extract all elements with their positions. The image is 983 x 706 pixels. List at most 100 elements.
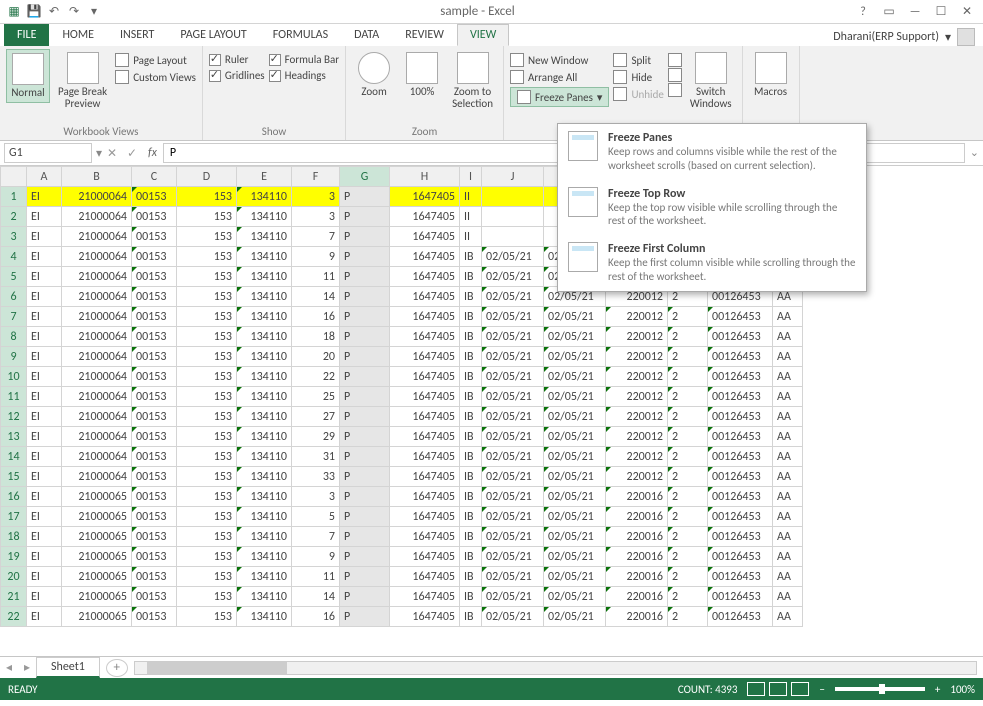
row-header[interactable]: 19 [1, 547, 27, 567]
row-header[interactable]: 11 [1, 387, 27, 407]
cell[interactable]: 00153 [132, 327, 177, 347]
cell[interactable]: P [340, 287, 390, 307]
cell[interactable]: 2 [668, 447, 708, 467]
maximize-icon[interactable]: ☐ [929, 2, 953, 22]
cell[interactable]: P [340, 507, 390, 527]
cell[interactable]: 02/05/21 [482, 547, 544, 567]
cell[interactable]: IB [460, 287, 482, 307]
cell[interactable]: 153 [177, 307, 237, 327]
tab-view[interactable]: VIEW [457, 24, 509, 46]
cell[interactable]: 00126453 [708, 567, 773, 587]
cell[interactable]: 02/05/21 [544, 487, 606, 507]
cell[interactable]: 00126453 [708, 427, 773, 447]
cancel-formula-icon[interactable]: ✕ [102, 143, 122, 163]
cell[interactable]: 153 [177, 607, 237, 627]
zoom-100-button[interactable]: 100% [400, 49, 444, 101]
macros-button[interactable]: Macros [749, 49, 793, 101]
tab-file[interactable]: FILE [4, 24, 49, 46]
cell[interactable]: 220012 [606, 467, 668, 487]
tab-home[interactable]: HOME [49, 24, 107, 46]
page-layout-button[interactable]: Page Layout [115, 53, 196, 67]
cell[interactable]: AA [773, 387, 803, 407]
zoom-to-selection-button[interactable]: Zoom to Selection [448, 49, 497, 113]
cell[interactable]: P [340, 447, 390, 467]
cell[interactable]: AA [773, 527, 803, 547]
row-header[interactable]: 10 [1, 367, 27, 387]
cell[interactable]: EI [27, 587, 62, 607]
cell[interactable]: EI [27, 307, 62, 327]
cell[interactable]: 134110 [237, 607, 292, 627]
cell[interactable]: 02/05/21 [544, 407, 606, 427]
cell[interactable]: 3 [292, 487, 340, 507]
cell[interactable]: IB [460, 427, 482, 447]
cell[interactable]: 29 [292, 427, 340, 447]
undo-icon[interactable]: ↶ [46, 4, 62, 20]
cell[interactable]: EI [27, 567, 62, 587]
cell[interactable]: 1647405 [390, 467, 460, 487]
cell[interactable]: 220012 [606, 367, 668, 387]
cell[interactable]: 220012 [606, 307, 668, 327]
cell[interactable]: II [460, 227, 482, 247]
cell[interactable]: 9 [292, 247, 340, 267]
cell[interactable]: EI [27, 327, 62, 347]
select-all-corner[interactable] [1, 167, 27, 187]
cell[interactable]: IB [460, 467, 482, 487]
cell[interactable]: 02/05/21 [544, 347, 606, 367]
cell[interactable]: 134110 [237, 227, 292, 247]
cell[interactable]: 153 [177, 467, 237, 487]
cell[interactable]: 220012 [606, 447, 668, 467]
cell[interactable]: 2 [668, 467, 708, 487]
cell[interactable]: 220012 [606, 427, 668, 447]
col-header-B[interactable]: B [62, 167, 132, 187]
cell[interactable]: 00126453 [708, 347, 773, 367]
cell[interactable]: 21000064 [62, 467, 132, 487]
cell[interactable]: 153 [177, 527, 237, 547]
row-header[interactable]: 15 [1, 467, 27, 487]
cell[interactable]: 02/05/21 [544, 467, 606, 487]
cell[interactable]: 00126453 [708, 467, 773, 487]
sync-scroll-icon[interactable] [668, 68, 682, 82]
cell[interactable]: 21000064 [62, 347, 132, 367]
cell[interactable]: 153 [177, 247, 237, 267]
cell[interactable]: EI [27, 367, 62, 387]
cell[interactable]: 21000065 [62, 507, 132, 527]
cell[interactable]: 220016 [606, 607, 668, 627]
cell[interactable]: 153 [177, 187, 237, 207]
qat-customize-icon[interactable]: ▾ [86, 4, 102, 20]
cell[interactable]: 00153 [132, 387, 177, 407]
cell[interactable]: 00126453 [708, 387, 773, 407]
cell[interactable]: EI [27, 427, 62, 447]
col-header-H[interactable]: H [390, 167, 460, 187]
ruler-checkbox[interactable]: Ruler [209, 53, 265, 66]
cell[interactable]: 21000064 [62, 327, 132, 347]
cell[interactable]: EI [27, 607, 62, 627]
cell[interactable]: 14 [292, 587, 340, 607]
cell[interactable]: EI [27, 387, 62, 407]
cell[interactable]: 16 [292, 307, 340, 327]
cell[interactable]: P [340, 327, 390, 347]
zoom-in-icon[interactable]: + [935, 683, 940, 696]
row-header[interactable]: 22 [1, 607, 27, 627]
cell[interactable]: 02/05/21 [482, 367, 544, 387]
cell[interactable]: 134110 [237, 247, 292, 267]
row-header[interactable]: 21 [1, 587, 27, 607]
cell[interactable]: 5 [292, 507, 340, 527]
cell[interactable]: 00153 [132, 347, 177, 367]
cell[interactable]: 02/05/21 [482, 487, 544, 507]
cell[interactable]: 153 [177, 567, 237, 587]
cell[interactable]: AA [773, 507, 803, 527]
cell[interactable]: II [460, 187, 482, 207]
cell[interactable]: 153 [177, 287, 237, 307]
row-header[interactable]: 13 [1, 427, 27, 447]
cell[interactable]: EI [27, 267, 62, 287]
cell[interactable]: 9 [292, 547, 340, 567]
tab-review[interactable]: REVIEW [392, 24, 457, 46]
cell[interactable]: 153 [177, 587, 237, 607]
cell[interactable]: P [340, 487, 390, 507]
cell[interactable]: 134110 [237, 367, 292, 387]
zoom-slider[interactable] [835, 687, 925, 691]
cell[interactable]: 134110 [237, 547, 292, 567]
cell[interactable]: EI [27, 467, 62, 487]
tab-page-layout[interactable]: PAGE LAYOUT [167, 24, 259, 46]
cell[interactable]: 21000064 [62, 207, 132, 227]
